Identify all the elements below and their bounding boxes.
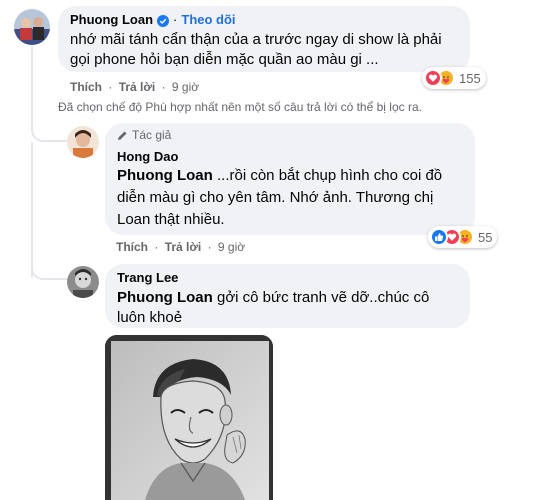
like-button[interactable]: Thích: [116, 240, 148, 254]
attached-drawing-image[interactable]: [105, 335, 273, 500]
comment-bubble: Phuong Loan · Theo dõi nhớ mãi tánh cẩn …: [58, 6, 470, 72]
reply-connector-2: [31, 250, 67, 280]
avatar[interactable]: [67, 126, 99, 158]
follow-link[interactable]: Theo dõi: [181, 12, 235, 27]
reply-button[interactable]: Trả lời: [119, 80, 156, 94]
reaction-count: 55: [478, 229, 493, 245]
filter-notice: Đã chọn chế độ Phù hợp nhất nên một số c…: [58, 100, 422, 114]
reply-time[interactable]: 9 giờ: [218, 240, 245, 254]
separator-dot: ·: [173, 12, 178, 27]
avatar[interactable]: [67, 266, 99, 298]
reply-author[interactable]: Trang Lee: [117, 270, 178, 285]
comment-actions: Thích · Trả lời · 9 giờ: [70, 80, 200, 94]
reaction-count: 155: [459, 70, 481, 86]
reply-text-container: Phuong Loan gởi cô bức tranh vẽ dỡ..chúc…: [117, 288, 447, 328]
reply-bubble: Tác giả Hong Dao Phuong Loan ...rồi còn …: [105, 123, 475, 235]
reply-button[interactable]: Trả lời: [165, 240, 202, 254]
author-badge: Tác giả: [132, 128, 172, 142]
reply-bubble: Trang Lee Phuong Loan gởi cô bức tranh v…: [105, 264, 470, 328]
reply-author[interactable]: Hong Dao: [117, 149, 178, 164]
reactions-summary[interactable]: 155: [422, 67, 486, 89]
reply-actions: Thích · Trả lời · 9 giờ: [116, 240, 246, 254]
like-reaction-icon: [430, 228, 448, 246]
reply-text-container: Phuong Loan ...rồi còn bắt chụp hình cho…: [117, 165, 457, 231]
comment-time[interactable]: 9 giờ: [172, 80, 199, 94]
reactions-summary[interactable]: 55: [428, 226, 498, 248]
reply-connector: [31, 110, 67, 142]
comment-author[interactable]: Phuong Loan: [70, 12, 153, 27]
pencil-icon: [117, 130, 128, 141]
like-button[interactable]: Thích: [70, 80, 102, 94]
mention-tag[interactable]: Phuong Loan: [117, 167, 213, 184]
love-reaction-icon: [424, 69, 442, 87]
mention-tag[interactable]: Phuong Loan: [117, 289, 213, 306]
avatar[interactable]: [14, 9, 50, 45]
comment-text: nhớ mãi tánh cẩn thận của a trước ngay d…: [70, 31, 442, 68]
verified-icon: [157, 14, 170, 27]
